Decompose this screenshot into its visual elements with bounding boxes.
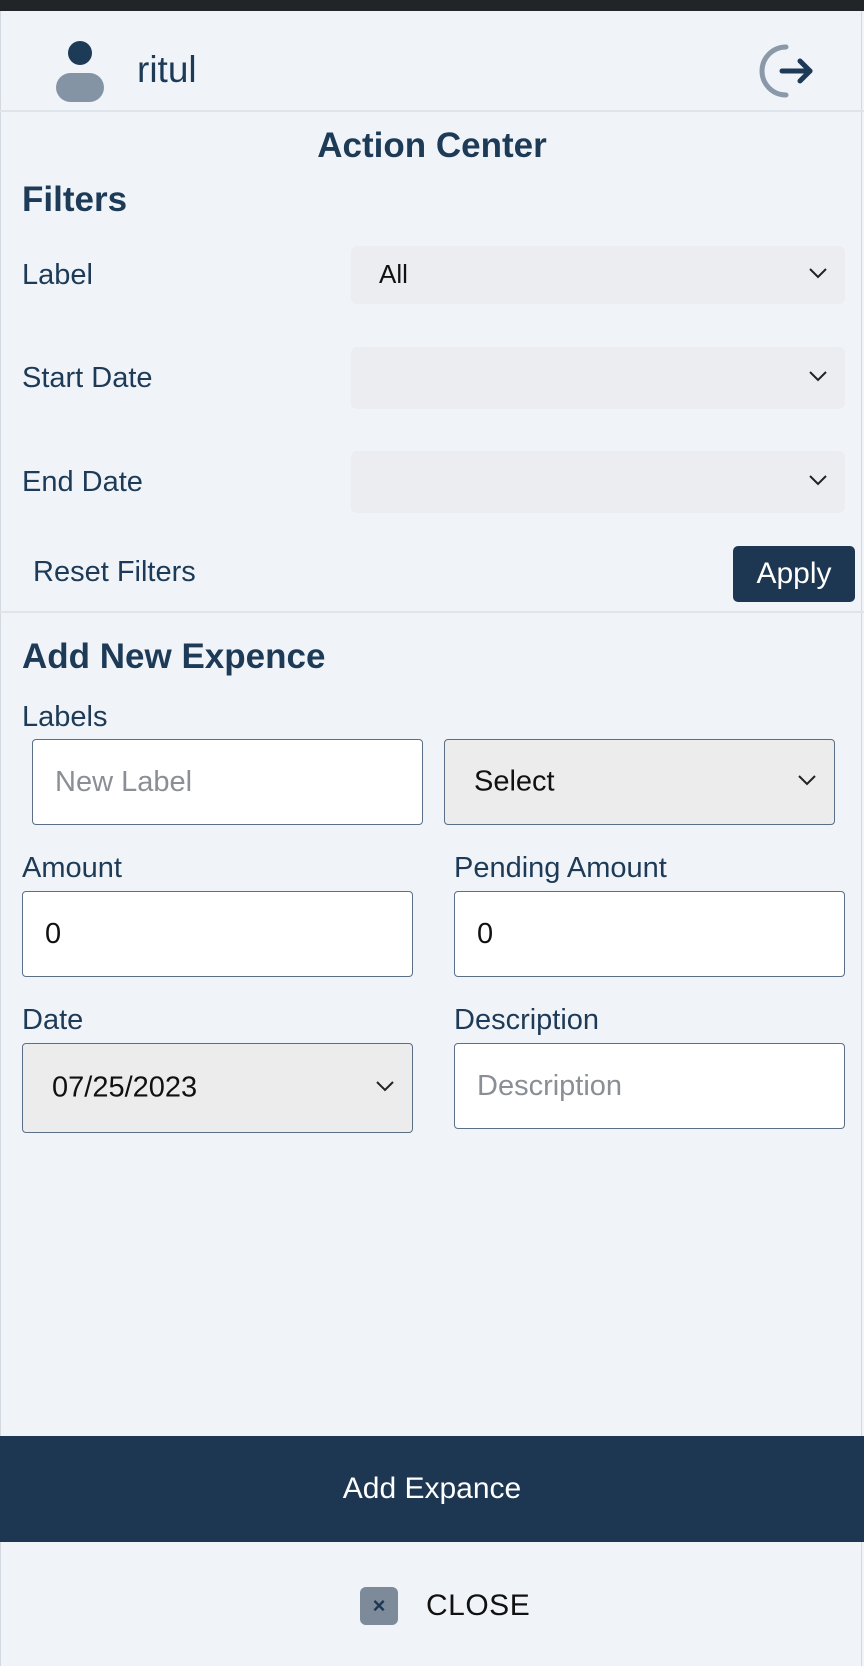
label-filter-value: All [379, 259, 408, 289]
apply-button[interactable]: Apply [733, 546, 855, 602]
start-date-label: Start Date [22, 362, 153, 394]
new-label-input[interactable] [32, 739, 423, 825]
label-select[interactable]: Select [444, 739, 835, 825]
chevron-down-icon [809, 268, 827, 279]
date-label: Date [22, 1004, 84, 1036]
pending-amount-input[interactable] [454, 891, 845, 977]
chevron-down-icon [809, 475, 827, 486]
reset-filters-button[interactable]: Reset Filters [33, 556, 196, 589]
page-title: Action Center [317, 126, 547, 165]
description-label: Description [454, 1004, 600, 1036]
end-date-label: End Date [22, 466, 143, 498]
chevron-down-icon [798, 775, 816, 786]
add-expense-heading: Add New Expence [22, 637, 326, 676]
label-select-value: Select [474, 765, 555, 798]
end-date-select[interactable] [351, 451, 845, 513]
label-filter-select[interactable]: All [351, 246, 845, 304]
chevron-down-icon [376, 1081, 394, 1092]
amount-input[interactable] [22, 891, 413, 977]
date-select[interactable]: 07/25/2023 [22, 1043, 413, 1133]
app-header: ritul [0, 11, 864, 112]
label-filter-label: Label [22, 259, 93, 291]
start-date-select[interactable] [351, 347, 845, 409]
username: ritul [137, 49, 197, 90]
logout-icon[interactable] [756, 41, 816, 101]
status-bar [0, 0, 864, 11]
close-button[interactable]: × CLOSE [360, 1586, 530, 1626]
close-icon: × [360, 1587, 398, 1625]
user-icon [56, 41, 104, 102]
section-divider [0, 611, 864, 613]
amount-label: Amount [22, 852, 122, 884]
date-value: 07/25/2023 [52, 1071, 198, 1104]
add-expense-button[interactable]: Add Expance [0, 1436, 864, 1542]
labels-label: Labels [22, 701, 108, 733]
chevron-down-icon [809, 371, 827, 382]
close-label: CLOSE [426, 1589, 531, 1622]
description-input[interactable] [454, 1043, 845, 1129]
pending-amount-label: Pending Amount [454, 852, 667, 884]
filters-heading: Filters [22, 180, 128, 219]
